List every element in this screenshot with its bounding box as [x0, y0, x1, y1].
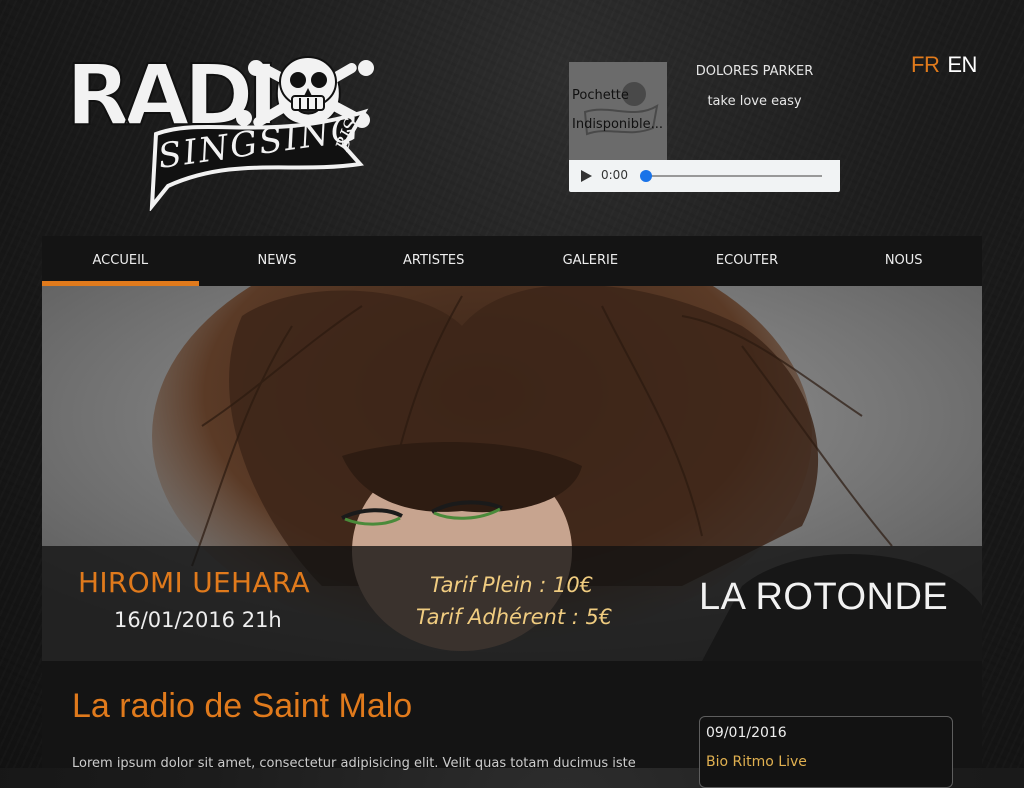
site-logo[interactable]: RADIO SINGSING BIS — [64, 46, 384, 211]
main-nav: ACCUEIL NEWS ARTISTES GALERIE ECOUTER NO… — [42, 236, 982, 286]
audio-seek-bar[interactable] — [645, 175, 822, 177]
now-playing-title: take love easy — [707, 94, 802, 109]
album-cover-placeholder: Pochette Indisponible... — [569, 62, 667, 160]
audio-seek-handle[interactable] — [640, 170, 652, 182]
nav-item-nous[interactable]: NOUS — [825, 236, 982, 286]
section-heading: La radio de Saint Malo — [72, 687, 413, 725]
event-price-full: Tarif Plein : 10€ — [430, 573, 594, 597]
language-switcher: FR EN — [911, 52, 985, 78]
main-content: La radio de Saint Malo Lorem ipsum dolor… — [42, 661, 982, 788]
lang-en-link[interactable]: EN — [947, 52, 977, 78]
news-date: 09/01/2016 — [706, 725, 787, 741]
lang-fr-link[interactable]: FR — [911, 52, 940, 78]
event-artist[interactable]: HIROMI UEHARA — [78, 566, 310, 599]
nav-item-news[interactable]: NEWS — [199, 236, 356, 286]
event-caption: HIROMI UEHARA 16/01/2016 21h Tarif Plein… — [42, 546, 982, 661]
event-price-member: Tarif Adhérent : 5€ — [416, 605, 613, 629]
nav-item-galerie[interactable]: GALERIE — [512, 236, 669, 286]
news-card[interactable]: 09/01/2016 Bio Ritmo Live — [699, 716, 953, 788]
event-venue: LA ROTONDE — [699, 576, 949, 618]
now-playing-artist: DOLORES PARKER — [695, 64, 814, 79]
nav-item-ecouter[interactable]: ECOUTER — [669, 236, 826, 286]
nav-item-accueil[interactable]: ACCUEIL — [42, 236, 199, 286]
audio-player: 0:00 — [569, 160, 840, 192]
event-date: 16/01/2016 21h — [114, 608, 282, 632]
cover-text-line2: Indisponible... — [572, 117, 664, 132]
now-playing-player: Pochette Indisponible... DOLORES PARKER … — [569, 62, 840, 192]
section-intro-text: Lorem ipsum dolor sit amet, consectetur … — [72, 756, 636, 771]
cover-text-line1: Pochette — [572, 88, 629, 103]
audio-time: 0:00 — [601, 168, 628, 182]
logo-graphic: RADIO SINGSING BIS — [65, 46, 374, 211]
nav-item-artistes[interactable]: ARTISTES — [355, 236, 512, 286]
hero-slider[interactable]: HIROMI UEHARA 16/01/2016 21h Tarif Plein… — [42, 286, 982, 661]
play-icon[interactable] — [581, 170, 592, 182]
